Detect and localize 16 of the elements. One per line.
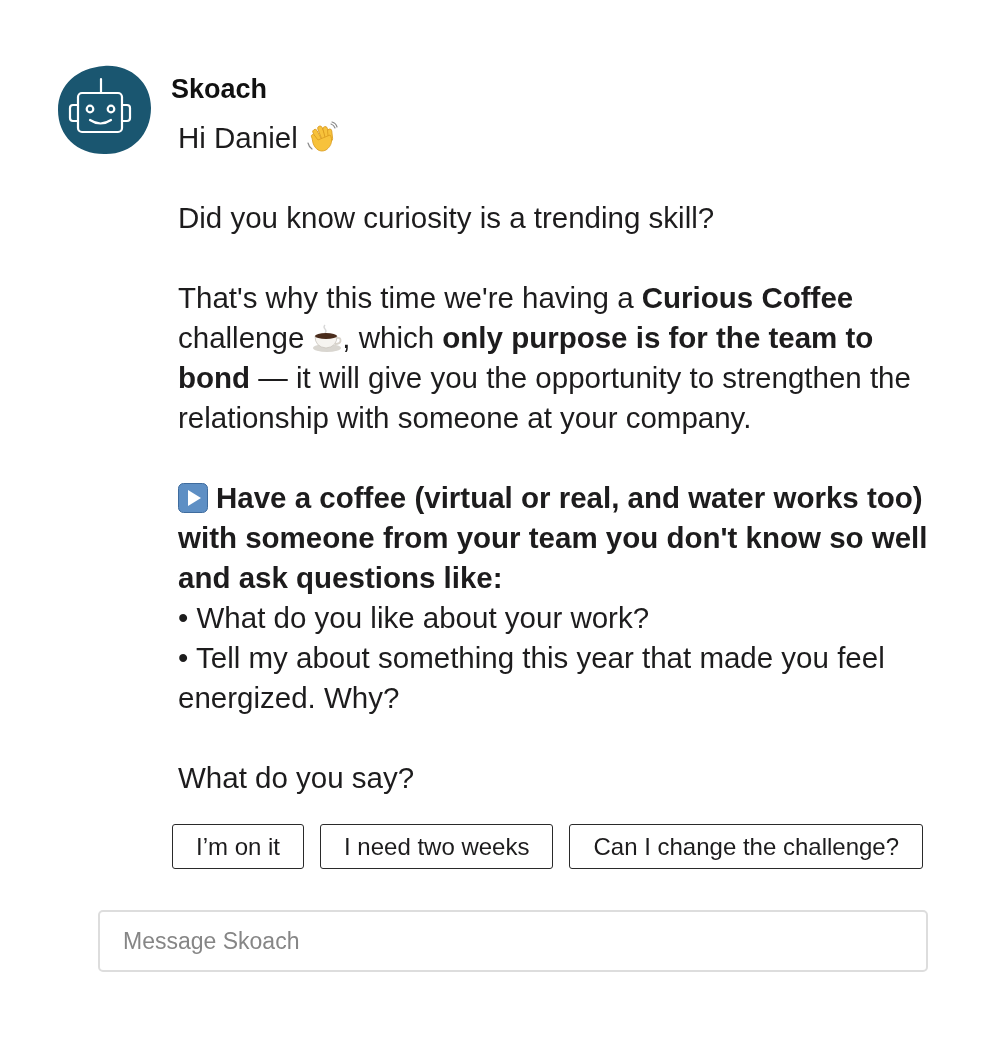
message-input[interactable]: Message Skoach [98,910,928,972]
play-icon [178,483,208,513]
waving-hand-icon [305,121,338,153]
reply-button[interactable]: I need two weeks [320,824,554,869]
sender-name: Skoach [171,73,268,105]
message-text: Did you know curiosity is a trending skill? [178,200,715,236]
message-text: What do you say? [178,760,415,796]
robot-avatar-icon [57,65,152,155]
message-text: Have a coffee (virtual or real, and water works too) with someone from your team you don't know so well and ask questions like: [178,480,929,596]
message-text: Hi Daniel [178,118,338,158]
reply-button[interactable]: I’m on it [172,824,305,869]
bullet-item: • What do you like about your work? [178,600,650,636]
bullet-item: • Tell my about something this year that made you feel energized. Why? [178,640,886,716]
reply-button[interactable]: Can I change the challenge? [569,824,924,869]
coffee-cup-icon [312,323,343,353]
message-text: That's why this time we're having a Curious Coffee challenge , which only purpose is for the team to bond — it will give you the opportunity to strengthen the relationship with someone at your company. [178,280,912,436]
